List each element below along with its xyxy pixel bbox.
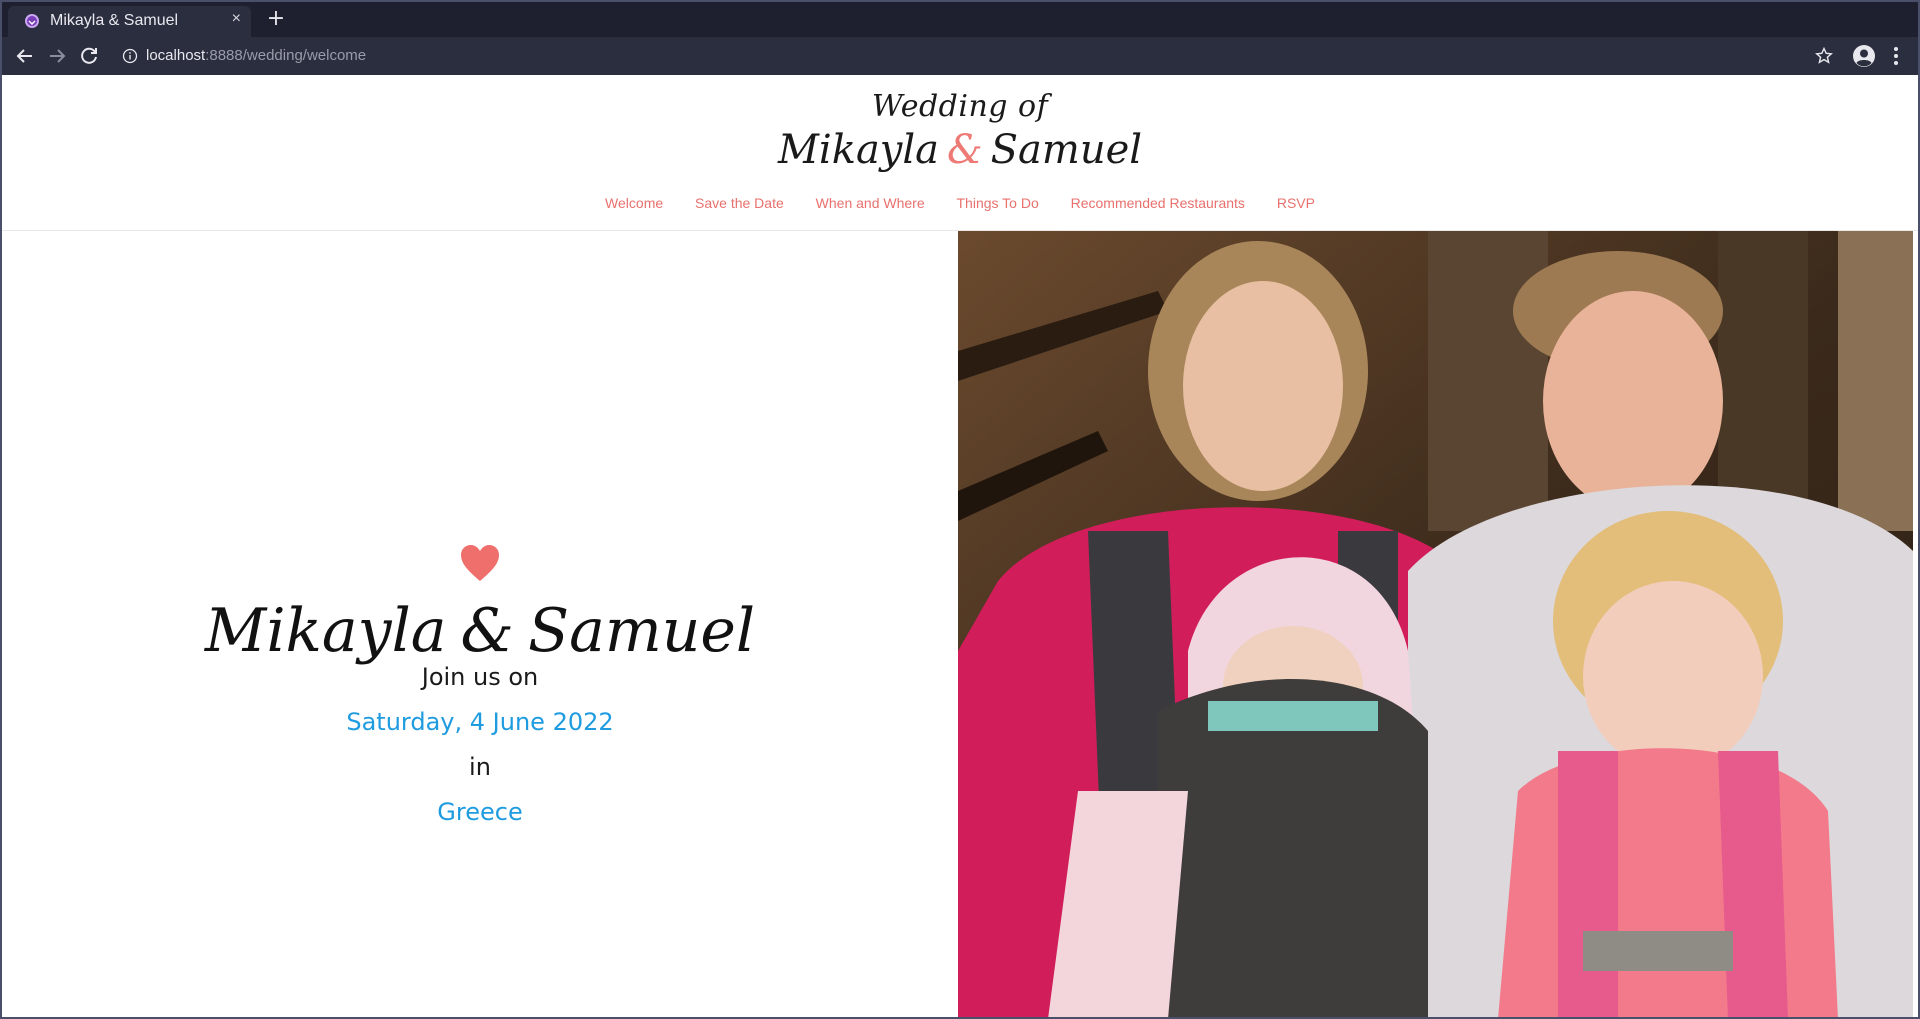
site-logo[interactable]: Mikayla & Samuel: [2, 127, 1918, 173]
browser-toolbar: localhost:8888/wedding/welcome: [2, 37, 1918, 75]
logo-ampersand: &: [947, 127, 983, 173]
hero-ampersand: &: [460, 596, 514, 666]
tab-title: Mikayla & Samuel: [50, 12, 179, 29]
browser-window: Mikayla & Samuel × + localhost:8888/wedd…: [0, 0, 1920, 1019]
kebab-menu-icon[interactable]: [1886, 45, 1906, 67]
new-tab-button[interactable]: +: [264, 6, 288, 32]
wedding-date: Saturday, 4 June 2022: [346, 708, 614, 736]
hero-name-second: Samuel: [527, 596, 756, 666]
heart-icon: [461, 545, 499, 581]
arrow-left-icon[interactable]: [13, 44, 37, 68]
logo-name-second: Samuel: [990, 127, 1143, 173]
main-nav: Welcome Save the Date When and Where Thi…: [2, 195, 1918, 211]
browser-tab[interactable]: Mikayla & Samuel ×: [8, 6, 251, 37]
page-content: Wedding of Mikayla & Samuel Welcome Save t…: [2, 75, 1918, 1017]
close-icon[interactable]: ×: [232, 10, 241, 28]
site-header: Wedding of Mikayla & Samuel Welcome Save t…: [2, 75, 1918, 231]
family-photo-illustration: [958, 231, 1913, 1017]
profile-icon[interactable]: [1852, 44, 1876, 68]
gatsby-logo-icon: [25, 14, 39, 28]
nav-save-the-date[interactable]: Save the Date: [695, 195, 784, 211]
arrow-right-icon[interactable]: [45, 44, 69, 68]
url-text: localhost:8888/wedding/welcome: [146, 47, 366, 64]
wedding-location: Greece: [437, 798, 523, 826]
info-icon[interactable]: [122, 48, 138, 64]
star-icon[interactable]: [1814, 46, 1834, 66]
nav-when-and-where[interactable]: When and Where: [816, 195, 925, 211]
url-path: :8888/wedding/welcome: [205, 47, 367, 64]
couple-names: Mikayla & Samuel: [2, 596, 958, 666]
nav-welcome[interactable]: Welcome: [605, 195, 663, 211]
logo-subtitle: Wedding of: [871, 89, 1049, 124]
tab-strip: Mikayla & Samuel × +: [2, 2, 1918, 37]
nav-things-to-do[interactable]: Things To Do: [957, 195, 1039, 211]
address-bar[interactable]: localhost:8888/wedding/welcome: [110, 42, 1828, 70]
reload-icon[interactable]: [77, 44, 101, 68]
url-host: localhost: [146, 47, 206, 64]
welcome-panel: Mikayla & Samuel Join us on Saturday, 4 Ju…: [2, 231, 958, 1017]
hero-name-first: Mikayla: [204, 596, 447, 666]
join-text: Join us on: [421, 663, 539, 691]
nav-rsvp[interactable]: RSVP: [1277, 195, 1315, 211]
family-photo: [958, 231, 1913, 1017]
nav-recommended-restaurants[interactable]: Recommended Restaurants: [1071, 195, 1245, 211]
logo-name-first: Mikayla: [777, 127, 940, 173]
in-text: in: [469, 753, 491, 781]
